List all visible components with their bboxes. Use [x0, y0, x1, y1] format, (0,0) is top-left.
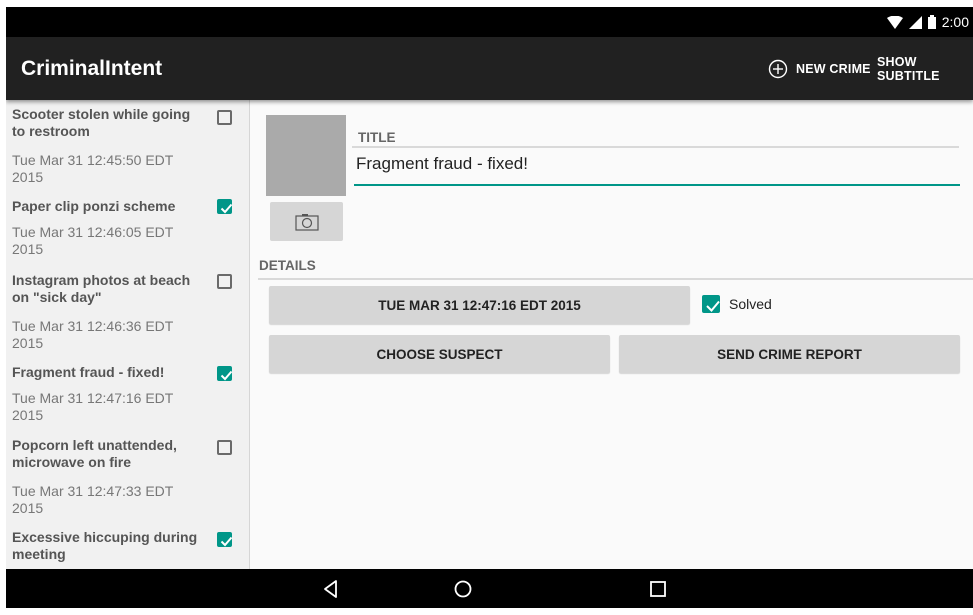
crime-title: Paper clip ponzi scheme — [12, 198, 176, 214]
solved-checkbox[interactable] — [217, 366, 233, 381]
recents-icon[interactable] — [647, 578, 669, 600]
app-title: CriminalIntent — [21, 57, 163, 80]
check-icon — [706, 300, 720, 312]
check-icon — [220, 203, 233, 214]
crime-photo — [266, 115, 346, 196]
show-subtitle-label: SHOW SUBTITLE — [877, 54, 940, 83]
device-frame: 2:00 CriminalIntent NEW CRIME SHOW SUBTI… — [0, 0, 973, 615]
send-crime-report-button[interactable]: SEND CRIME REPORT — [619, 335, 960, 373]
solved-checkbox[interactable] — [217, 199, 233, 214]
camera-button[interactable] — [270, 202, 343, 241]
title-field[interactable]: Fragment fraud - fixed! — [356, 154, 956, 174]
battery-icon — [927, 15, 936, 29]
solved-label: Solved — [729, 296, 772, 312]
solved-checkbox[interactable] — [702, 295, 720, 313]
app-bar: CriminalIntent NEW CRIME SHOW SUBTITLE — [6, 37, 973, 100]
status-icons: 2:00 — [886, 13, 969, 31]
add-circle-icon — [768, 59, 788, 78]
title-divider — [352, 146, 959, 148]
solved-checkbox[interactable] — [217, 110, 232, 125]
signal-icon — [908, 15, 922, 29]
screen: 2:00 CriminalIntent NEW CRIME SHOW SUBTI… — [6, 7, 973, 608]
camera-icon — [294, 213, 319, 231]
crime-date: Tue Mar 31 12:45:50 EDT 2015 — [12, 152, 174, 185]
check-icon — [220, 536, 233, 547]
details-label: DETAILS — [259, 258, 316, 273]
solved-checkbox[interactable] — [217, 440, 232, 455]
status-bar: 2:00 — [6, 7, 973, 37]
crime-title: Popcorn left unattended, microwave on fi… — [12, 437, 177, 470]
nav-bar — [6, 569, 973, 608]
solved-control[interactable]: Solved — [702, 295, 772, 313]
status-time: 2:00 — [941, 14, 969, 30]
date-button[interactable]: TUE MAR 31 12:47:16 EDT 2015 — [269, 286, 690, 324]
solved-checkbox[interactable] — [217, 532, 233, 547]
crime-date: Tue Mar 31 12:46:36 EDT 2015 — [12, 318, 174, 351]
choose-suspect-button[interactable]: CHOOSE SUSPECT — [269, 335, 610, 373]
new-crime-label: NEW CRIME — [796, 61, 871, 76]
crime-date: Tue Mar 31 12:47:33 EDT 2015 — [12, 483, 174, 516]
check-icon — [220, 370, 233, 381]
crime-date: Tue Mar 31 12:47:16 EDT 2015 — [12, 390, 174, 423]
crime-title: Scooter stolen while going to restroom — [12, 106, 191, 139]
crime-title: Excessive hiccuping during meeting — [12, 529, 198, 562]
crime-detail: TITLE Fragment fraud - fixed! DETAILS TU… — [250, 100, 973, 569]
solved-checkbox[interactable] — [217, 274, 232, 289]
home-icon[interactable] — [452, 578, 474, 600]
new-crime-button[interactable]: NEW CRIME — [768, 37, 871, 100]
show-subtitle-button[interactable]: SHOW SUBTITLE — [877, 37, 973, 100]
title-label: TITLE — [358, 130, 396, 145]
crime-title: Fragment fraud - fixed! — [12, 364, 165, 380]
crime-title: Instagram photos at beach on "sick day" — [12, 272, 191, 305]
crime-list[interactable]: Scooter stolen while going to restroom T… — [6, 100, 250, 569]
title-underline — [354, 184, 960, 186]
back-icon[interactable] — [320, 578, 342, 600]
crime-date: Tue Mar 31 12:46:05 EDT 2015 — [12, 224, 174, 257]
wifi-icon — [886, 15, 903, 29]
details-divider — [258, 278, 973, 280]
